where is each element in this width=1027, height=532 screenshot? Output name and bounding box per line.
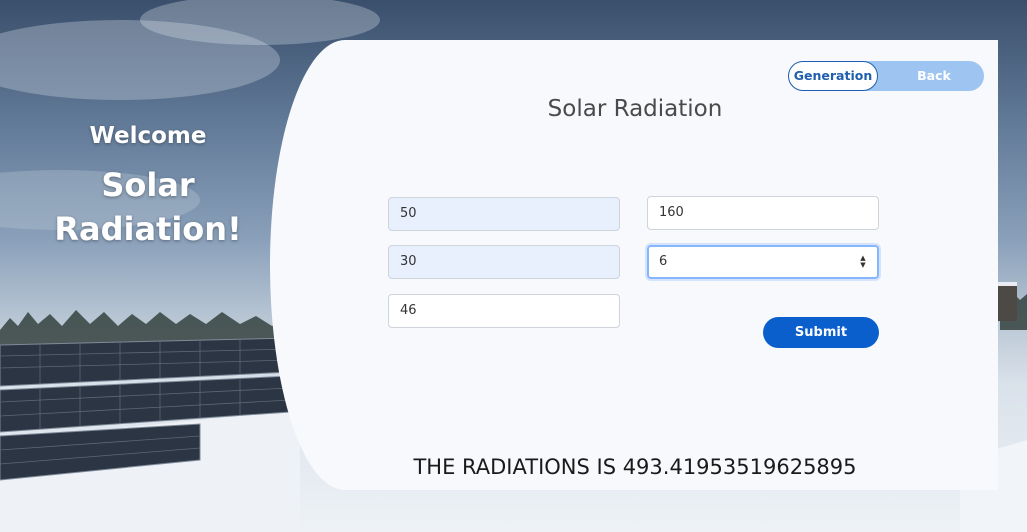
- hero-title-line2: Radiation!: [54, 210, 242, 248]
- hero-title-line1: Solar: [101, 166, 195, 204]
- input-field-2[interactable]: 160: [647, 196, 879, 230]
- hero-title: Solar Radiation!: [48, 163, 248, 251]
- mode-toggle: Generation Back: [788, 61, 984, 91]
- number-input-value: 6: [659, 254, 668, 269]
- form-card: Generation Back Solar Radiation 50 160 3…: [270, 40, 998, 490]
- generation-toggle-button[interactable]: Generation: [788, 61, 878, 91]
- input-field-5[interactable]: 46: [388, 294, 620, 328]
- welcome-text: Welcome: [89, 123, 207, 149]
- spin-button-icon[interactable]: ▲ ▼: [859, 255, 867, 269]
- result-text: THE RADIATIONS IS 493.41953519625895: [413, 455, 857, 479]
- back-toggle-button[interactable]: Back: [884, 61, 984, 91]
- input-field-1[interactable]: 50: [388, 197, 620, 231]
- form-title: Solar Radiation: [547, 96, 723, 122]
- number-input-field-4[interactable]: 6 ▲ ▼: [647, 245, 879, 279]
- submit-button[interactable]: Submit: [763, 317, 879, 348]
- input-field-3[interactable]: 30: [388, 245, 620, 279]
